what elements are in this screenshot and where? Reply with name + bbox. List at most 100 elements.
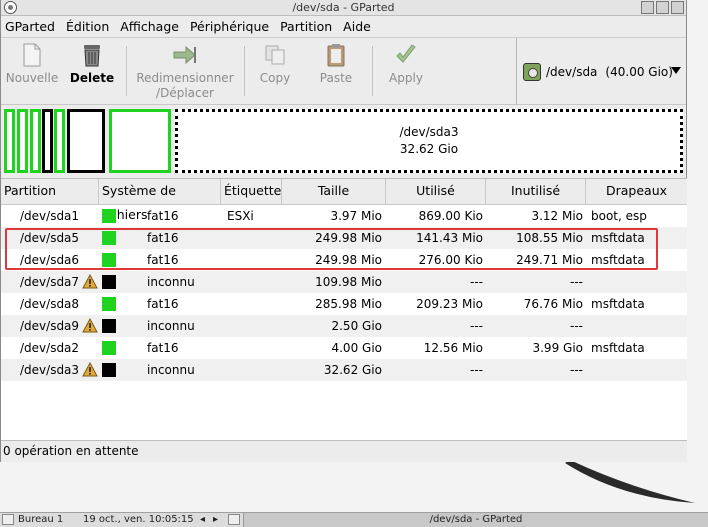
window-title: /dev/sda - GParted: [292, 1, 395, 14]
resize-move-button[interactable]: Redimensionner /Déplacer: [133, 42, 237, 101]
table-row[interactable]: /dev/sda5 fat16 249.98 Mio 141.43 Mio 108.55…: [1, 227, 687, 249]
paste-button-label: Paste: [319, 71, 353, 85]
delete-button-label: Delete: [69, 71, 115, 85]
maximize-button[interactable]: [656, 1, 669, 14]
partition-size: 32.62 Gio: [323, 363, 382, 377]
table-row[interactable]: /dev/sda2 fat16 4.00 Gio 12.56 Mio 3.99 Gio m…: [1, 337, 687, 359]
table-row[interactable]: /dev/sda6 fat16 249.98 Mio 276.00 Kio 249.71…: [1, 249, 687, 271]
taskbar-window-button[interactable]: /dev/sda - GParted: [243, 513, 708, 527]
taskbar: Bureau 1 19 oct., ven. 10:05:15 ◂ ▸ /dev…: [0, 512, 708, 527]
column-header-partition[interactable]: Partition: [1, 179, 99, 205]
menu-launcher-icon[interactable]: [2, 514, 14, 525]
filesystem-name: inconnu: [147, 319, 195, 333]
delete-button[interactable]: Delete: [69, 42, 115, 86]
partition-name: /dev/sda5: [20, 231, 80, 245]
table-row[interactable]: /dev/sda3 inconnu 32.62 Gio --- ---: [1, 359, 687, 381]
title-bar: /dev/sda - GParted: [1, 0, 686, 16]
table-row[interactable]: /dev/sda7 inconnu 109.98 Mio --- ---: [1, 271, 687, 293]
partition-name: /dev/sda1: [20, 209, 80, 223]
device-selector[interactable]: /dev/sda (40.00 Gio): [516, 38, 687, 105]
disk-segment-sda5[interactable]: [17, 109, 28, 173]
warning-icon[interactable]: [82, 274, 98, 289]
partition-used: ---: [470, 275, 483, 289]
column-header-flags[interactable]: Drapeaux: [586, 179, 687, 205]
partition-unused: 3.12 Mio: [531, 209, 583, 223]
partition-label: ESXi: [227, 209, 254, 223]
menu-peripherique[interactable]: Périphérique: [190, 19, 269, 34]
menu-partition[interactable]: Partition: [280, 19, 332, 34]
show-desktop-icon[interactable]: [228, 514, 240, 525]
disk-segment-size: 32.62 Gio: [399, 142, 459, 156]
table-row[interactable]: /dev/sda8 fat16 285.98 Mio 209.23 Mio 76.76 …: [1, 293, 687, 315]
table-row[interactable]: /dev/sda9 inconnu 2.50 Gio --- ---: [1, 315, 687, 337]
desktop-wallpaper-swoosh: [565, 460, 695, 503]
partition-used: 869.00 Kio: [418, 209, 483, 223]
filesystem-color-swatch: [102, 319, 116, 333]
column-header-used[interactable]: Utilisé: [386, 179, 486, 205]
menu-bar: GParted Édition Affichage Périphérique P…: [1, 16, 686, 38]
column-header-label[interactable]: Étiquette: [221, 179, 282, 205]
checkmark-icon: [396, 44, 416, 63]
partition-used: ---: [470, 319, 483, 333]
partition-size: 109.98 Mio: [315, 275, 382, 289]
partition-used: 276.00 Kio: [418, 253, 483, 267]
new-document-icon: [23, 43, 41, 67]
partition-unused: ---: [570, 363, 583, 377]
menu-gparted[interactable]: GParted: [5, 19, 55, 34]
column-header-unused[interactable]: Inutilisé: [486, 179, 586, 205]
prev-workspace-icon[interactable]: ◂: [200, 514, 205, 525]
disk-segment-name: /dev/sda3: [399, 125, 459, 139]
filesystem-color-swatch: [102, 209, 116, 223]
disk-segment-sda7[interactable]: [42, 109, 53, 173]
column-header-filesystem[interactable]: Système de fichiers: [99, 179, 221, 222]
partition-name: /dev/sda7: [20, 275, 80, 289]
partition-flags: msftdata: [591, 341, 645, 355]
menu-aide[interactable]: Aide: [343, 19, 371, 34]
partition-flags: boot, esp: [591, 209, 647, 223]
paste-clipboard-icon: [327, 44, 345, 67]
copy-button[interactable]: Copy: [255, 42, 295, 86]
disk-segment-sda9[interactable]: [67, 109, 105, 173]
gparted-window: /dev/sda - GParted GParted Édition Affic…: [0, 0, 687, 462]
desktop-background-right: [686, 0, 708, 510]
apply-button[interactable]: Apply: [384, 42, 428, 86]
partition-size: 3.97 Mio: [330, 209, 382, 223]
warning-icon[interactable]: [82, 362, 98, 377]
partition-size: 249.98 Mio: [315, 253, 382, 267]
warning-icon[interactable]: [82, 318, 98, 333]
paste-button[interactable]: Paste: [314, 42, 358, 86]
partition-size: 249.98 Mio: [315, 231, 382, 245]
device-size: (40.00 Gio): [605, 64, 673, 79]
partition-unused: 108.55 Mio: [516, 231, 583, 245]
partition-used: 209.23 Mio: [416, 297, 483, 311]
table-body: /dev/sda1 fat16 ESXi 3.97 Mio 869.00 Kio 3.12…: [1, 205, 687, 381]
table-row[interactable]: /dev/sda1 fat16 ESXi 3.97 Mio 869.00 Kio 3.12…: [1, 205, 687, 227]
menu-affichage[interactable]: Affichage: [120, 19, 179, 34]
menu-edition[interactable]: Édition: [66, 19, 109, 34]
toolbar-separator: [244, 46, 245, 96]
column-header-size[interactable]: Taille: [282, 179, 386, 205]
filesystem-color-swatch: [102, 275, 116, 289]
disk-segment-sda3[interactable]: /dev/sda3 32.62 Gio: [175, 109, 683, 173]
close-button[interactable]: [671, 1, 684, 14]
partition-flags: msftdata: [591, 253, 645, 267]
filesystem-color-swatch: [102, 297, 116, 311]
minimize-button[interactable]: [641, 1, 654, 14]
next-workspace-icon[interactable]: ▸: [213, 514, 218, 525]
partition-size: 2.50 Gio: [331, 319, 382, 333]
filesystem-name: fat16: [147, 209, 179, 223]
partition-unused: ---: [570, 275, 583, 289]
partition-name: /dev/sda8: [20, 297, 80, 311]
partition-unused: 3.99 Gio: [532, 341, 583, 355]
disk-segment-sda6[interactable]: [30, 109, 41, 173]
workspace-label[interactable]: Bureau 1: [18, 514, 63, 525]
disk-segment-sda2[interactable]: [109, 109, 171, 173]
new-button[interactable]: Nouvelle: [5, 42, 59, 86]
device-name: /dev/sda: [546, 64, 598, 79]
partition-flags: msftdata: [591, 297, 645, 311]
disk-segment-sda1[interactable]: [4, 109, 15, 173]
taskbar-window-title: /dev/sda - GParted: [429, 514, 523, 525]
disk-segment-sda8[interactable]: [54, 109, 65, 173]
filesystem-name: inconnu: [147, 275, 195, 289]
partition-name: /dev/sda6: [20, 253, 80, 267]
